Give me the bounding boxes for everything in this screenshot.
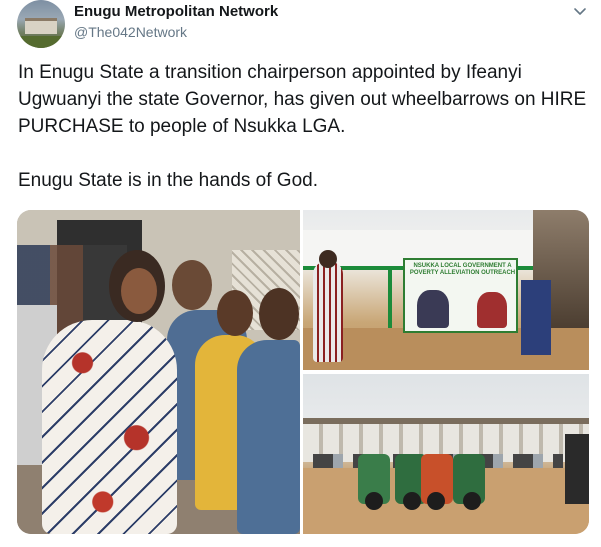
avatar[interactable] [17,0,65,48]
banner-text: NSUKKA LOCAL GOVERNMENT A POVERTY ALLEVI… [409,263,516,276]
user-handle[interactable]: @The042Network [74,23,278,41]
event-banner: NSUKKA LOCAL GOVERNMENT A POVERTY ALLEVI… [403,258,518,333]
chevron-down-icon[interactable] [571,2,589,20]
photo-wheelbarrows[interactable] [303,374,589,534]
photo-group-portrait[interactable] [17,210,300,534]
photo-event-banner[interactable]: NSUKKA LOCAL GOVERNMENT A POVERTY ALLEVI… [303,210,589,370]
tweet-author: Enugu Metropolitan Network @The042Networ… [74,2,278,41]
display-name[interactable]: Enugu Metropolitan Network [74,2,278,22]
tweet-paragraph-1: In Enugu State a transition chairperson … [18,62,587,137]
tweet-card: Enugu Metropolitan Network @The042Networ… [0,0,601,547]
tweet-text: In Enugu State a transition chairperson … [18,59,588,194]
tweet-paragraph-2: Enugu State is in the hands of God. [18,170,318,191]
media-grid: NSUKKA LOCAL GOVERNMENT A POVERTY ALLEVI… [17,210,589,534]
